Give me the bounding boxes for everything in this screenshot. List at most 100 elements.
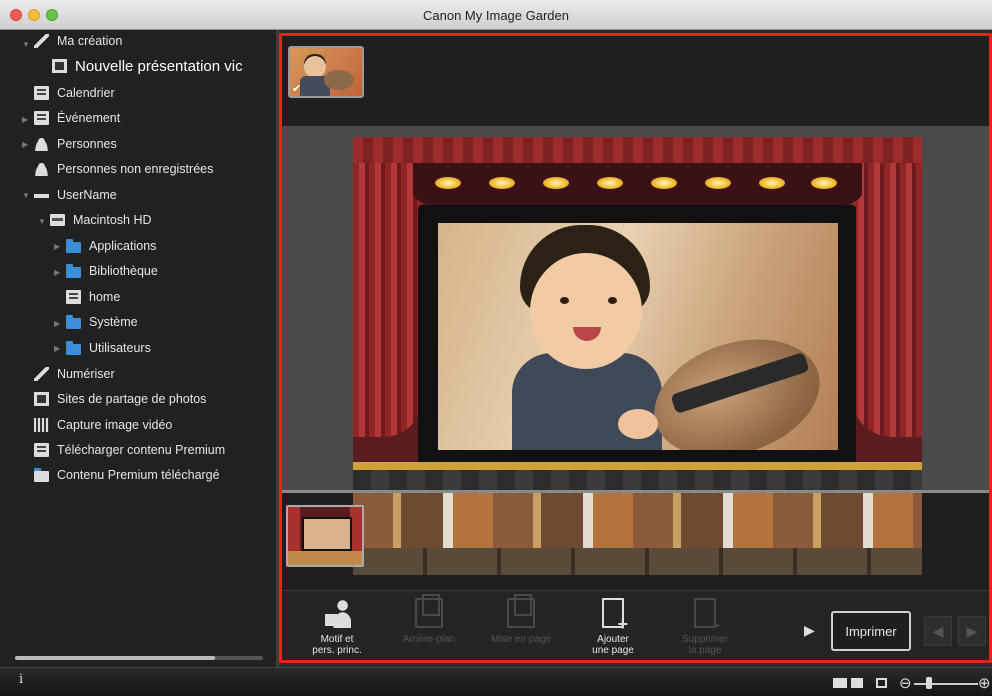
button-label: une page: [592, 645, 634, 656]
sidebar-item-bibliotheque[interactable]: Bibliothèque: [66, 260, 158, 282]
slideshow-icon: [52, 59, 67, 73]
expand-triangle-icon[interactable]: ▶: [22, 115, 28, 124]
window-titlebar: Canon My Image Garden: [0, 0, 992, 30]
photo-eye: [560, 297, 569, 304]
sidebar-item-label: Applications: [89, 239, 157, 253]
background-icon: [415, 594, 443, 628]
sidebar-item-username[interactable]: UserName: [34, 184, 117, 206]
sidebar-item-label: Macintosh HD: [73, 213, 152, 227]
stage-light: [705, 177, 731, 189]
expand-triangle-icon[interactable]: ▼: [22, 40, 30, 49]
expand-triangle-icon[interactable]: ▶: [22, 140, 28, 149]
add-page-button[interactable]: Ajouter une page: [578, 594, 648, 660]
sidebar-item-ma-creation[interactable]: Ma création: [34, 30, 122, 52]
sidebar-item-label: Télécharger contenu Premium: [57, 443, 226, 457]
selected-photo-thumbnail[interactable]: ✔: [288, 46, 364, 98]
previous-button[interactable]: ◀: [924, 616, 952, 646]
photo-eye: [608, 297, 617, 304]
child-photo[interactable]: [438, 223, 838, 450]
sidebar-item-evenement[interactable]: Événement: [34, 107, 120, 129]
toolbar-scroll-arrow-icon[interactable]: ▶: [804, 622, 815, 639]
sidebar-item-numeriser[interactable]: Numériser: [34, 363, 115, 385]
page-thumbnail[interactable]: [286, 505, 364, 567]
user-icon: [34, 193, 49, 198]
view-mode-icon[interactable]: [833, 678, 847, 688]
stage-light: [489, 177, 515, 189]
arrow-left-icon: ◀: [932, 622, 944, 639]
sidebar-item-label: home: [89, 290, 121, 304]
expand-triangle-icon[interactable]: ▶: [54, 319, 60, 328]
expand-triangle-icon[interactable]: ▶: [54, 242, 60, 251]
theater-seats: [353, 548, 922, 575]
download-premium-icon: [34, 443, 49, 457]
sidebar-item-capture-video[interactable]: Capture image vidéo: [34, 414, 172, 436]
fullscreen-icon[interactable]: [876, 678, 887, 688]
right-curtain: [852, 137, 922, 437]
stage-light: [435, 177, 461, 189]
event-icon: [34, 111, 49, 125]
zoom-out-icon[interactable]: ⊖: [899, 674, 912, 692]
expand-triangle-icon[interactable]: ▶: [54, 344, 60, 353]
sidebar-item-sites-partage[interactable]: Sites de partage de photos: [34, 388, 206, 410]
zoom-in-icon[interactable]: ⊕: [978, 674, 991, 692]
button-label: Supprimer: [681, 634, 729, 645]
video-capture-icon: [34, 418, 49, 432]
sidebar-item-macintosh-hd[interactable]: Macintosh HD: [50, 209, 152, 231]
scrollbar-thumb[interactable]: [15, 656, 215, 660]
hard-drive-icon: [50, 214, 65, 226]
sidebar-item-utilisateurs[interactable]: Utilisateurs: [66, 337, 151, 359]
sidebar-item-label: Personnes: [57, 137, 117, 151]
stage-light: [759, 177, 785, 189]
sidebar-item-personnes[interactable]: Personnes: [34, 133, 117, 155]
thumbnail-face: [304, 56, 326, 78]
stage-light: [651, 177, 677, 189]
expand-triangle-icon[interactable]: ▼: [22, 191, 30, 200]
sidebar-horizontal-scrollbar[interactable]: [15, 656, 263, 660]
button-label: pers. princ.: [312, 645, 362, 656]
sidebar-item-label: UserName: [57, 188, 117, 202]
window-title: Canon My Image Garden: [423, 8, 569, 23]
zoom-slider[interactable]: [914, 683, 978, 685]
motif-main-person-button[interactable]: Motif et pers. princ.: [302, 594, 372, 660]
sidebar-item-telecharger-premium[interactable]: Télécharger contenu Premium: [34, 439, 225, 461]
premium-folder-icon: [34, 467, 49, 482]
sidebar-item-label: Contenu Premium téléchargé: [57, 468, 220, 482]
my-creation-icon: [34, 34, 49, 48]
sidebar-item-calendrier[interactable]: Calendrier: [34, 82, 115, 104]
sidebar-item-label: Sites de partage de photos: [57, 392, 207, 406]
sidebar-item-label: Capture image vidéo: [57, 418, 173, 432]
sidebar-item-premium-telecharge[interactable]: Contenu Premium téléchargé: [34, 464, 220, 486]
layout-icon: [507, 594, 535, 628]
sidebar-item-label: Ma création: [57, 34, 123, 48]
button-label: la page: [688, 645, 722, 656]
expand-triangle-icon[interactable]: ▶: [54, 268, 60, 277]
expand-triangle-icon[interactable]: ▼: [38, 217, 46, 226]
checkmark-icon: ✔: [292, 83, 302, 95]
sidebar-item-label: Système: [89, 315, 138, 329]
curtain-valance: [353, 137, 922, 163]
sidebar-item-label: Calendrier: [57, 86, 115, 100]
sidebar-item-label: Personnes non enregistrées: [57, 162, 214, 176]
sidebar-item-applications[interactable]: Applications: [66, 235, 156, 257]
sidebar-item-nouvelle-presentation[interactable]: Nouvelle présentation vic: [52, 55, 243, 77]
sidebar-item-personnes-non-enregistrees[interactable]: Personnes non enregistrées: [34, 158, 213, 180]
thumbnail-photo: [302, 517, 352, 551]
background-button[interactable]: Arrière-plan: [394, 594, 464, 660]
print-button[interactable]: Imprimer: [831, 611, 911, 651]
folder-icon: [66, 238, 81, 253]
folder-icon: [66, 314, 81, 329]
thumbnail-audience: [288, 551, 362, 565]
sidebar-item-home[interactable]: home: [66, 286, 120, 308]
info-icon[interactable]: i: [19, 672, 23, 687]
zoom-slider-knob[interactable]: [926, 677, 932, 689]
delete-page-button[interactable]: Supprimer la page: [670, 594, 740, 660]
next-button[interactable]: ▶: [958, 616, 986, 646]
thumbnail-hat: [324, 70, 354, 90]
view-mode-icon[interactable]: [851, 678, 863, 688]
photo-hand: [618, 409, 658, 439]
folder-icon: [66, 263, 81, 278]
button-label: Mise en page: [490, 634, 552, 645]
layout-button[interactable]: Mise en page: [486, 594, 556, 660]
sidebar-item-systeme[interactable]: Système: [66, 311, 138, 333]
stage-light: [811, 177, 837, 189]
